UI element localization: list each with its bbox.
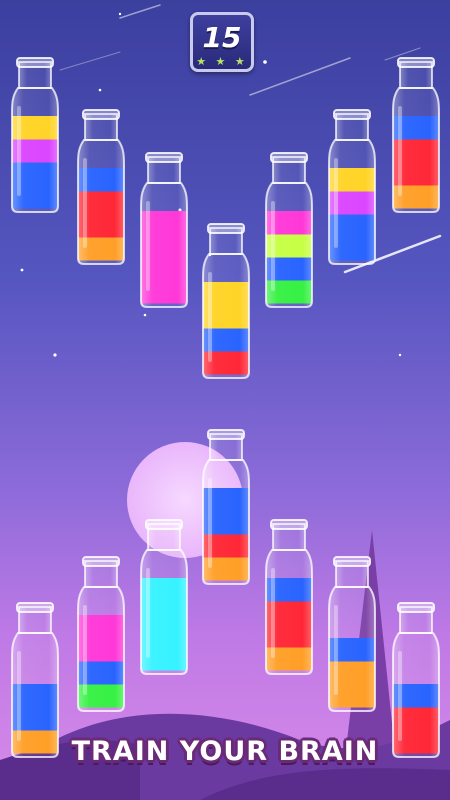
- glass-highlight: [83, 605, 87, 695]
- bottle-14[interactable]: [392, 602, 440, 758]
- bottle-rim: [207, 223, 245, 234]
- bottle-6[interactable]: [328, 109, 376, 265]
- bottle-3[interactable]: [140, 152, 188, 308]
- game-scene: [0, 0, 450, 800]
- bottle-rim: [16, 57, 54, 68]
- bottle-8[interactable]: [202, 429, 250, 585]
- bottle-1[interactable]: [11, 57, 59, 213]
- bottle-11[interactable]: [140, 519, 188, 675]
- glass-highlight: [271, 568, 275, 658]
- glass-highlight: [398, 106, 402, 196]
- glass-highlight: [334, 158, 338, 248]
- bottle-7[interactable]: [392, 57, 440, 213]
- glass-highlight: [83, 158, 87, 248]
- bottle-rim: [82, 109, 120, 120]
- bottle-5[interactable]: [265, 152, 313, 308]
- glass-highlight: [271, 201, 275, 291]
- bottle-rim: [16, 602, 54, 613]
- bottle-rim: [270, 152, 308, 163]
- bottle-rim: [270, 519, 308, 530]
- level-badge[interactable]: 15 ★ ★ ★: [190, 12, 254, 72]
- glass-highlight: [208, 272, 212, 362]
- bottle-rim: [333, 109, 371, 120]
- bottle-9[interactable]: [11, 602, 59, 758]
- level-number: 15: [202, 21, 242, 54]
- bottle-rim: [145, 519, 183, 530]
- bottle-4[interactable]: [202, 223, 250, 379]
- bottle-rim: [82, 556, 120, 567]
- bottle-rim: [333, 556, 371, 567]
- glass-highlight: [398, 651, 402, 741]
- glass-highlight: [146, 568, 150, 658]
- glass-highlight: [334, 605, 338, 695]
- bottle-rim: [397, 602, 435, 613]
- slogan-text: TRAIN YOUR BRAIN: [71, 736, 379, 767]
- bottle-10[interactable]: [77, 556, 125, 712]
- bottle-rim: [145, 152, 183, 163]
- glass-highlight: [208, 478, 212, 568]
- glass-highlight: [146, 201, 150, 291]
- bottle-13[interactable]: [328, 556, 376, 712]
- bottle-rim: [397, 57, 435, 68]
- bottle-12[interactable]: [265, 519, 313, 675]
- glass-highlight: [17, 651, 21, 741]
- bottle-2[interactable]: [77, 109, 125, 265]
- bottle-rim: [207, 429, 245, 440]
- glass-highlight: [17, 106, 21, 196]
- level-stars: ★ ★ ★: [196, 55, 248, 68]
